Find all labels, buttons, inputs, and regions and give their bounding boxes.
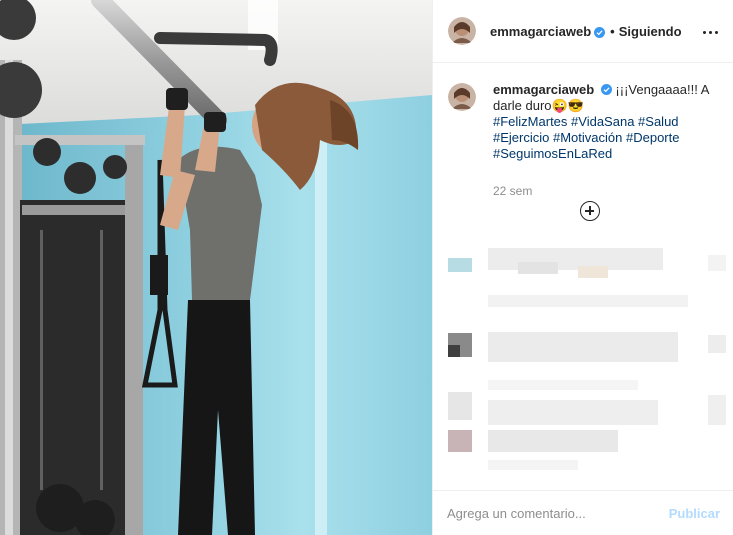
caption: emmagarciaweb ¡¡¡Vengaaaa!!! A darle dur… bbox=[493, 82, 718, 199]
separator-dot: • bbox=[610, 23, 615, 39]
blurred-comment bbox=[518, 262, 558, 274]
blurred-comment bbox=[488, 295, 688, 307]
comment-footer: Publicar bbox=[433, 490, 733, 535]
blurred-comment bbox=[578, 266, 608, 278]
following-button[interactable]: Siguiendo bbox=[619, 24, 682, 39]
post-photo[interactable] bbox=[0, 0, 432, 535]
hashtag-link[interactable]: #Deporte bbox=[626, 130, 679, 145]
hashtag-link[interactable]: #VidaSana bbox=[571, 114, 634, 129]
post-side-panel: emmagarciaweb • Siguiendo emmagarciaweb … bbox=[432, 0, 733, 535]
header-username[interactable]: emmagarciaweb bbox=[490, 24, 591, 39]
caption-row: emmagarciaweb ¡¡¡Vengaaaa!!! A darle dur… bbox=[448, 82, 723, 199]
blurred-comment bbox=[708, 335, 726, 353]
hashtag-link[interactable]: #Ejercicio bbox=[493, 130, 549, 145]
verified-badge-icon bbox=[600, 83, 612, 95]
blurred-comment bbox=[708, 395, 726, 425]
blurred-avatar bbox=[448, 392, 472, 420]
post-timestamp[interactable]: 22 sem bbox=[493, 183, 718, 199]
blurred-comment bbox=[488, 430, 618, 452]
blurred-comment bbox=[488, 380, 638, 390]
hashtags: #FelizMartes #VidaSana #Salud #Ejercicio… bbox=[493, 114, 718, 162]
more-dot-icon bbox=[708, 30, 712, 34]
blurred-comment bbox=[708, 255, 726, 271]
gym-photo-illustration bbox=[0, 0, 432, 535]
blurred-comment bbox=[488, 332, 678, 362]
hashtag-link[interactable]: #FelizMartes bbox=[493, 114, 567, 129]
publish-button[interactable]: Publicar bbox=[669, 506, 720, 521]
hashtag-link[interactable]: #Salud bbox=[638, 114, 678, 129]
more-options-icon[interactable] bbox=[700, 22, 720, 42]
more-dot-icon bbox=[714, 30, 718, 34]
post-header: emmagarciaweb • Siguiendo bbox=[433, 0, 733, 63]
more-dot-icon bbox=[702, 30, 706, 34]
hashtag-link[interactable]: #Motivación bbox=[553, 130, 622, 145]
blurred-avatar bbox=[448, 345, 460, 357]
avatar-image bbox=[448, 17, 476, 45]
verified-badge-icon bbox=[594, 26, 606, 38]
instagram-post: emmagarciaweb • Siguiendo emmagarciaweb … bbox=[0, 0, 733, 535]
blurred-comment bbox=[488, 460, 578, 470]
blurred-avatar bbox=[448, 430, 472, 452]
blurred-comment bbox=[488, 248, 663, 270]
blurred-avatar bbox=[448, 258, 472, 272]
avatar[interactable] bbox=[448, 17, 476, 45]
caption-avatar[interactable] bbox=[448, 83, 476, 111]
comment-input[interactable] bbox=[447, 505, 669, 521]
hashtag-link[interactable]: #SeguimosEnLaRed bbox=[493, 146, 612, 161]
blurred-comment bbox=[488, 400, 658, 425]
avatar-image bbox=[448, 83, 476, 111]
load-more-comments-plus-circle-icon[interactable] bbox=[580, 201, 600, 221]
caption-username[interactable]: emmagarciaweb bbox=[493, 82, 594, 97]
